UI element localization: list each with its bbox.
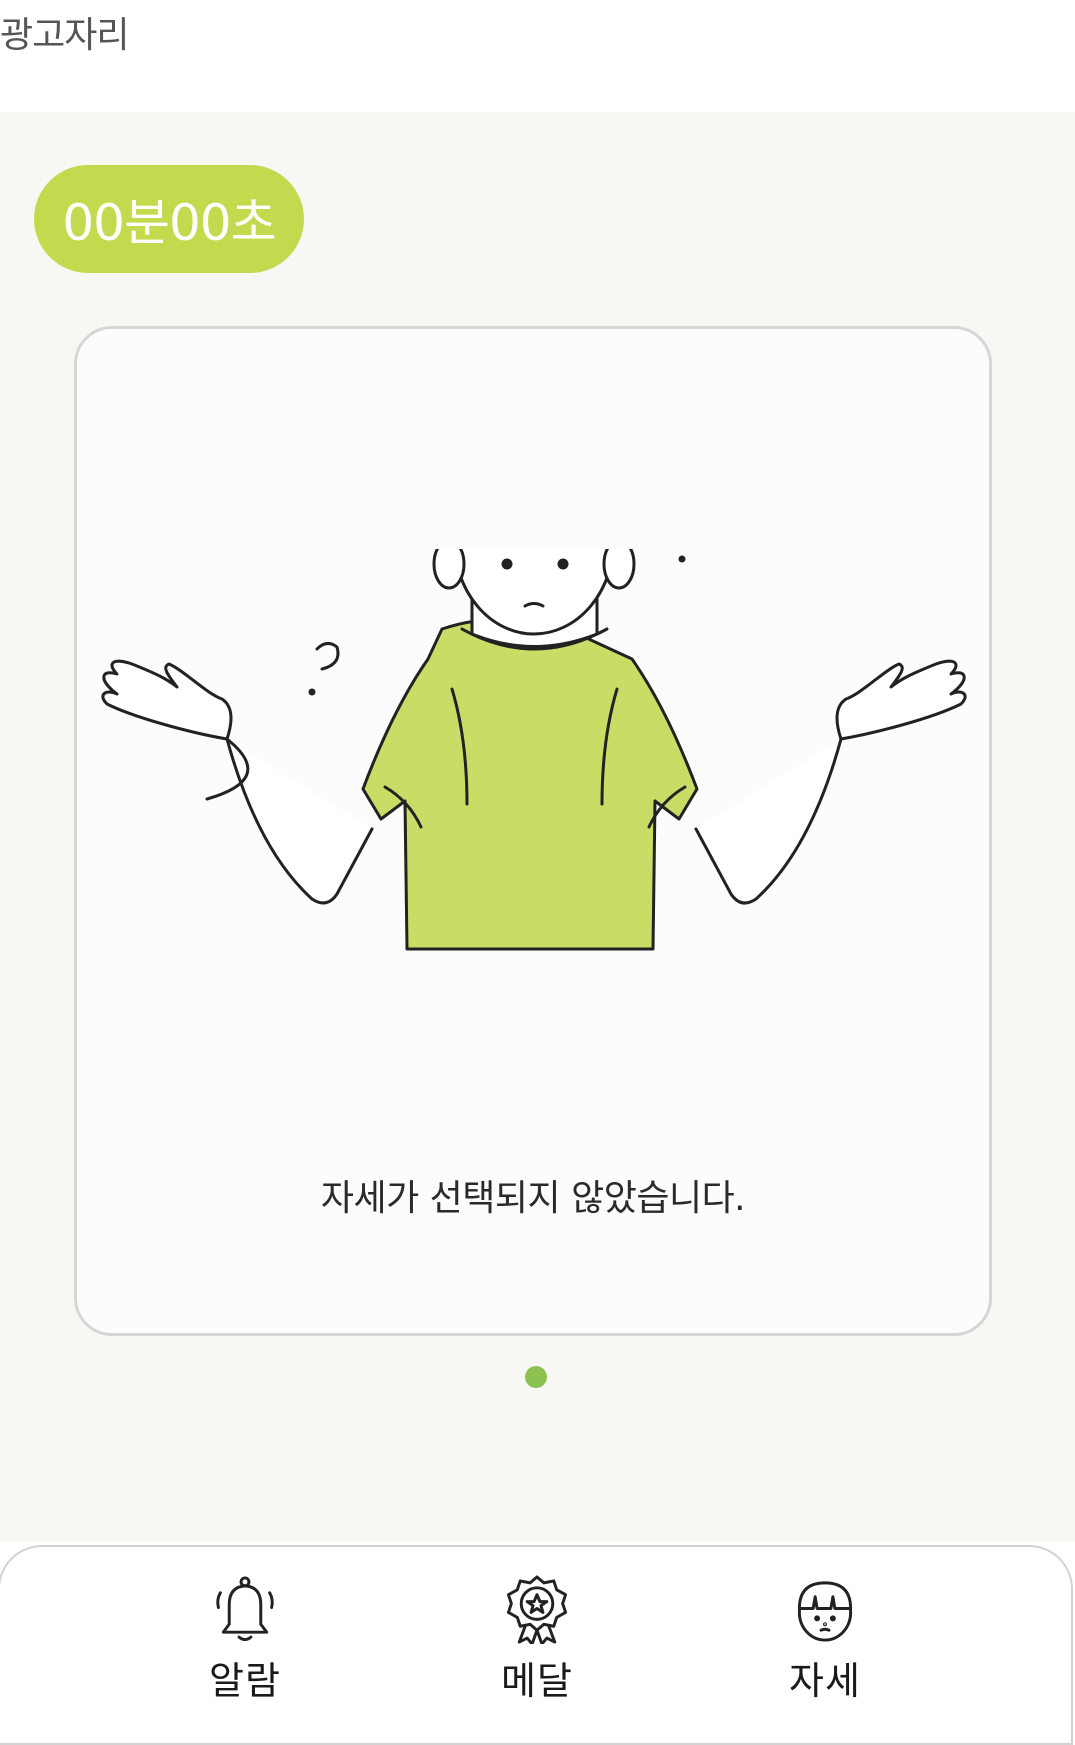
medal-icon (506, 1575, 568, 1644)
page-indicator-dot (525, 1366, 547, 1388)
ad-placeholder-label: 광고자리 (0, 15, 129, 56)
bell-icon (216, 1576, 274, 1642)
face-icon (797, 1581, 853, 1642)
no-posture-message: 자세가 선택되지 않았습니다. (320, 1178, 746, 1219)
nav-label-alarm: 알람 (209, 1659, 281, 1703)
bottom-navigation: 알람 메달 자세 (0, 1545, 1073, 1745)
nav-label-medal: 메달 (501, 1659, 573, 1703)
ad-banner[interactable]: 광고자리 (0, 0, 1075, 112)
nav-item-posture[interactable]: 자세 (745, 1575, 905, 1705)
posture-card[interactable]: 자세가 선택되지 않았습니다. (74, 326, 992, 1336)
nav-item-medal[interactable]: 메달 (457, 1575, 617, 1705)
nav-item-alarm[interactable]: 알람 (165, 1575, 325, 1705)
confused-person-illustration (101, 549, 967, 951)
nav-label-posture: 자세 (789, 1659, 861, 1703)
timer-badge: 00분00초 (34, 165, 304, 273)
